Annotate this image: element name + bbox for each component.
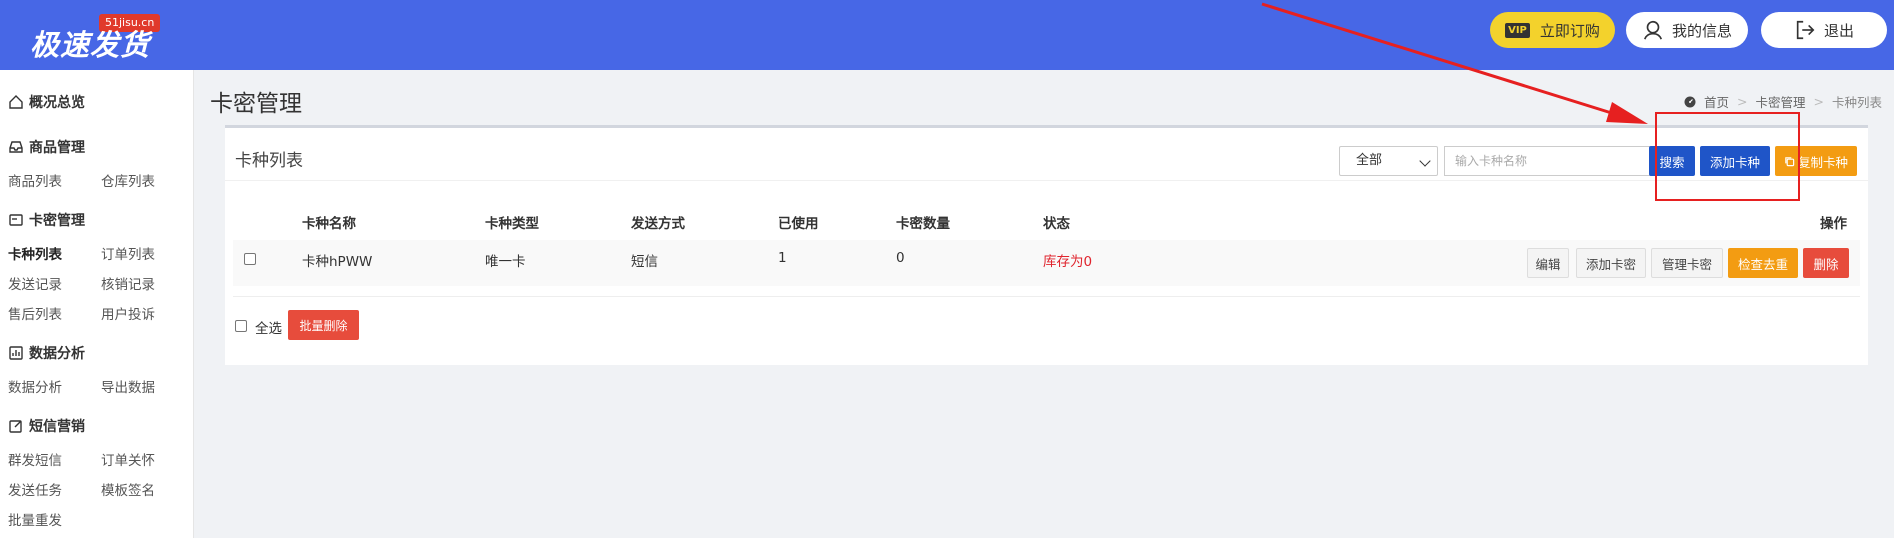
panel-title: 卡种列表	[235, 151, 303, 171]
my-info-button[interactable]: 我的信息	[1626, 12, 1748, 48]
vip-order-button[interactable]: VIP 立即订购	[1490, 12, 1615, 48]
sidebar-item-product-list[interactable]: 商品列表	[8, 173, 62, 191]
page-title: 卡密管理	[210, 91, 302, 117]
sidebar-item-template-sign[interactable]: 模板签名	[101, 482, 155, 500]
my-info-label: 我的信息	[1671, 21, 1732, 40]
copy-card-type-label: 复制卡种	[1797, 154, 1848, 170]
sidebar-group-label: 商品管理	[29, 140, 85, 156]
column-header-type: 卡种类型	[485, 216, 539, 232]
chevron-down-icon	[1419, 155, 1431, 167]
cell-used: 1	[778, 250, 787, 266]
row-divider	[233, 296, 1860, 297]
sidebar: 概况总览 商品管理 商品列表 仓库列表 卡密管理 卡种列表 订单列表 发送记录 …	[0, 70, 194, 538]
copy-card-type-button[interactable]: 复制卡种	[1775, 146, 1857, 176]
dashboard-icon	[1684, 96, 1696, 107]
search-input[interactable]: 输入卡种名称	[1444, 146, 1651, 176]
card-type-panel: 卡种列表 全部 输入卡种名称 搜索 添加卡种 复制卡种 卡种名称 卡种类型 发送…	[225, 125, 1868, 365]
sidebar-item-data-analysis[interactable]: 数据分析	[8, 379, 62, 397]
top-header: 51jisu.cn 极速发货 VIP 立即订购 我的信息 退出	[0, 0, 1894, 70]
status-badge: 库存为0	[1043, 254, 1093, 270]
breadcrumb: 首页 > 卡密管理 > 卡种列表	[1684, 92, 1882, 111]
breadcrumb-current: 卡种列表	[1831, 95, 1882, 110]
vip-order-label: 立即订购	[1539, 21, 1600, 40]
delete-button[interactable]: 删除	[1803, 248, 1849, 278]
sidebar-item-aftersale-list[interactable]: 售后列表	[8, 306, 62, 324]
column-header-status: 状态	[1043, 216, 1070, 232]
select-all-label: 全选	[255, 321, 282, 337]
sidebar-item-user-complaints[interactable]: 用户投诉	[101, 306, 155, 324]
type-filter-select[interactable]: 全部	[1339, 146, 1438, 176]
logo[interactable]: 51jisu.cn 极速发货	[30, 14, 170, 62]
column-header-used: 已使用	[778, 216, 819, 232]
logout-button[interactable]: 退出	[1761, 12, 1887, 48]
row-checkbox[interactable]	[244, 253, 256, 265]
vip-icon: VIP	[1505, 22, 1530, 38]
card-icon	[9, 214, 23, 226]
type-filter-value: 全部	[1356, 153, 1383, 168]
column-header-send-method: 发送方式	[631, 216, 685, 232]
sidebar-item-label: 概况总览	[29, 95, 85, 111]
logout-icon	[1796, 20, 1815, 40]
cell-send-method: 短信	[631, 254, 658, 270]
sidebar-item-verify-records[interactable]: 核销记录	[101, 276, 155, 294]
sidebar-group-sms[interactable]: 短信营销	[8, 416, 85, 436]
select-all-checkbox[interactable]	[235, 320, 247, 332]
edit-icon	[9, 420, 22, 433]
sidebar-group-label: 卡密管理	[29, 213, 85, 229]
batch-delete-button[interactable]: 批量删除	[288, 310, 359, 340]
add-card-type-button[interactable]: 添加卡种	[1700, 146, 1770, 176]
breadcrumb-card-management[interactable]: 卡密管理	[1755, 92, 1805, 111]
breadcrumb-home[interactable]: 首页	[1704, 92, 1729, 111]
sidebar-group-cards[interactable]: 卡密管理	[8, 210, 85, 230]
logo-text: 极速发货	[30, 28, 151, 62]
cell-count: 0	[896, 250, 905, 266]
chart-icon	[9, 346, 23, 360]
manage-card-secret-button[interactable]: 管理卡密	[1651, 248, 1723, 278]
logout-label: 退出	[1823, 21, 1854, 40]
panel-divider	[225, 180, 1868, 181]
sidebar-group-analytics[interactable]: 数据分析	[8, 343, 85, 363]
sidebar-item-export-data[interactable]: 导出数据	[101, 379, 155, 397]
sidebar-item-mass-sms[interactable]: 群发短信	[8, 452, 62, 470]
edit-button[interactable]: 编辑	[1527, 248, 1569, 278]
breadcrumb-separator: >	[1813, 94, 1824, 109]
sidebar-item-order-care[interactable]: 订单关怀	[101, 452, 155, 470]
sidebar-group-products[interactable]: 商品管理	[8, 137, 85, 157]
sidebar-item-card-type-list[interactable]: 卡种列表	[8, 246, 62, 264]
column-header-actions: 操作	[1820, 216, 1847, 232]
search-button[interactable]: 搜索	[1649, 146, 1695, 176]
sidebar-item-batch-resend[interactable]: 批量重发	[8, 512, 62, 530]
inbox-icon	[9, 141, 23, 153]
sidebar-item-send-tasks[interactable]: 发送任务	[8, 482, 62, 500]
sidebar-group-label: 数据分析	[29, 346, 85, 362]
search-placeholder: 输入卡种名称	[1455, 154, 1528, 168]
sidebar-item-warehouse-list[interactable]: 仓库列表	[101, 173, 155, 191]
column-header-name: 卡种名称	[302, 216, 356, 232]
add-card-secret-button[interactable]: 添加卡密	[1576, 248, 1646, 278]
check-dedupe-button[interactable]: 检查去重	[1728, 248, 1798, 278]
user-icon	[1643, 20, 1663, 40]
sidebar-item-send-records[interactable]: 发送记录	[8, 276, 62, 294]
column-header-count: 卡密数量	[896, 216, 950, 232]
copy-icon	[1785, 156, 1795, 166]
sidebar-item-order-list[interactable]: 订单列表	[101, 246, 155, 264]
sidebar-group-label: 短信营销	[29, 419, 85, 435]
cell-name: 卡种hPWW	[302, 254, 373, 270]
cell-type: 唯一卡	[485, 254, 526, 270]
sidebar-item-overview[interactable]: 概况总览	[8, 92, 85, 112]
home-icon	[9, 95, 23, 109]
breadcrumb-separator: >	[1737, 94, 1748, 109]
